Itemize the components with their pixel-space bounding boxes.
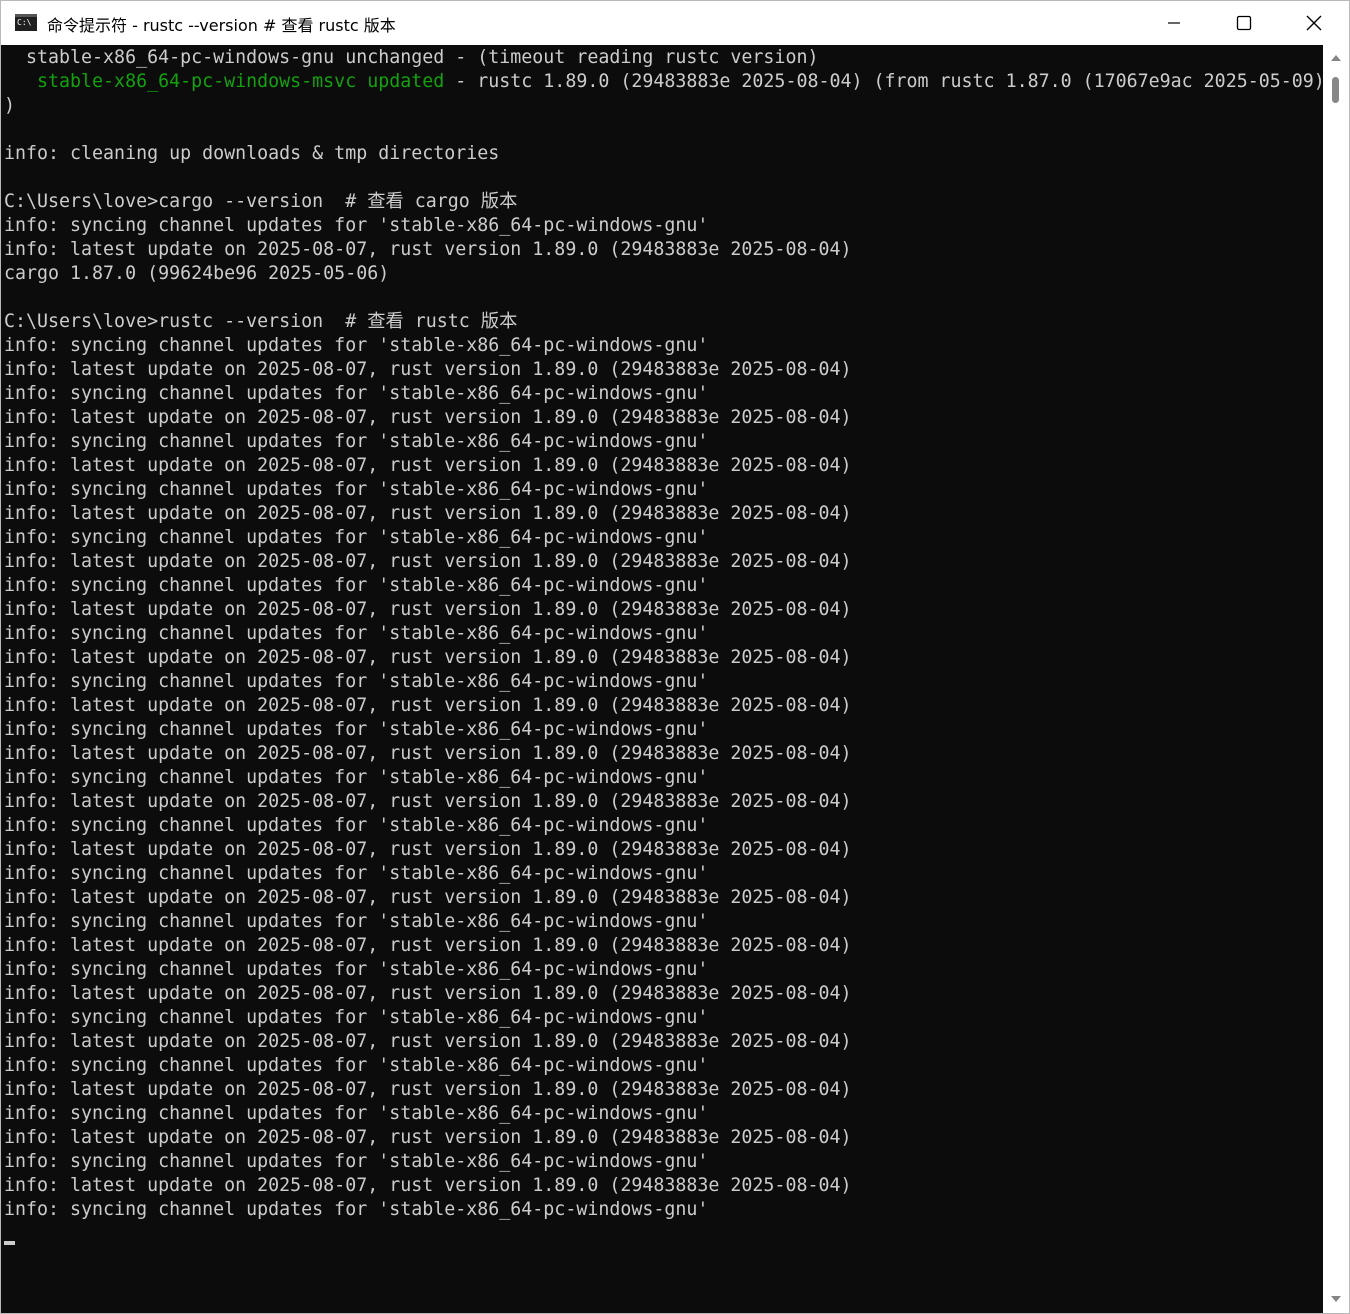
terminal-line-segment: - rustc 1.89.0 (29483883e 2025-08-04) (f… (444, 71, 1321, 92)
terminal-line: C:\Users\love>rustc --version # 查看 rustc… (4, 311, 518, 332)
maximize-button[interactable] (1209, 1, 1279, 45)
terminal-line: info: syncing channel updates for 'stabl… (4, 1151, 709, 1172)
terminal-line: info: syncing channel updates for 'stabl… (4, 1055, 709, 1076)
terminal-output[interactable]: stable-x86_64-pc-windows-gnu unchanged -… (1, 45, 1321, 1313)
terminal-line: info: latest update on 2025-08-07, rust … (4, 791, 852, 812)
terminal-line: info: syncing channel updates for 'stabl… (4, 335, 709, 356)
terminal-line: info: latest update on 2025-08-07, rust … (4, 503, 852, 524)
terminal-line: info: syncing channel updates for 'stabl… (4, 959, 709, 980)
terminal-line: info: latest update on 2025-08-07, rust … (4, 455, 852, 476)
terminal-line: info: syncing channel updates for 'stabl… (4, 671, 709, 692)
terminal-line: cargo 1.87.0 (99624be96 2025-05-06) (4, 263, 390, 284)
terminal-line: info: cleaning up downloads & tmp direct… (4, 143, 500, 164)
terminal-line: stable-x86_64-pc-windows-gnu unchanged -… (4, 47, 819, 68)
terminal-line: info: syncing channel updates for 'stabl… (4, 383, 709, 404)
terminal-line: info: latest update on 2025-08-07, rust … (4, 887, 852, 908)
scroll-up-arrow-icon[interactable] (1331, 55, 1341, 61)
terminal-line: info: syncing channel updates for 'stabl… (4, 527, 709, 548)
scrollbar-thumb[interactable] (1332, 77, 1339, 103)
terminal-line: info: latest update on 2025-08-07, rust … (4, 239, 852, 260)
terminal-line: info: syncing channel updates for 'stabl… (4, 719, 709, 740)
scroll-down-arrow-icon[interactable] (1331, 1296, 1341, 1302)
close-icon (1306, 15, 1322, 31)
terminal-line: info: syncing channel updates for 'stabl… (4, 479, 709, 500)
terminal-line: info: syncing channel updates for 'stabl… (4, 1103, 709, 1124)
terminal-line: info: latest update on 2025-08-07, rust … (4, 695, 852, 716)
terminal-line: info: latest update on 2025-08-07, rust … (4, 407, 852, 428)
text-cursor (4, 1241, 15, 1245)
terminal-line: info: latest update on 2025-08-07, rust … (4, 1175, 852, 1196)
terminal-line: info: syncing channel updates for 'stabl… (4, 431, 709, 452)
terminal-line: info: syncing channel updates for 'stabl… (4, 767, 709, 788)
terminal-line: info: latest update on 2025-08-07, rust … (4, 647, 852, 668)
terminal-line: info: syncing channel updates for 'stabl… (4, 575, 709, 596)
minimize-icon (1168, 22, 1180, 24)
title-bar[interactable]: C:\ 命令提示符 - rustc --version # 查看 rustc 版… (1, 1, 1349, 45)
maximize-icon (1236, 15, 1252, 31)
terminal-line: stable-x86_64-pc-windows-msvc updated - … (4, 70, 1321, 94)
terminal-line: info: latest update on 2025-08-07, rust … (4, 743, 852, 764)
terminal-line: info: latest update on 2025-08-07, rust … (4, 983, 852, 1004)
terminal-line: ) (4, 95, 16, 116)
terminal-line: info: latest update on 2025-08-07, rust … (4, 1127, 852, 1148)
terminal-line: info: latest update on 2025-08-07, rust … (4, 839, 852, 860)
terminal-line: info: latest update on 2025-08-07, rust … (4, 599, 852, 620)
terminal-line-segment: stable-x86_64-pc-windows-msvc updated (4, 71, 445, 92)
terminal-line: info: syncing channel updates for 'stabl… (4, 1007, 709, 1028)
terminal-line: info: latest update on 2025-08-07, rust … (4, 935, 852, 956)
terminal-line: info: syncing channel updates for 'stabl… (4, 215, 709, 236)
terminal-line: info: syncing channel updates for 'stabl… (4, 623, 709, 644)
command-prompt-icon: C:\ (15, 14, 37, 31)
terminal-line: info: latest update on 2025-08-07, rust … (4, 1079, 852, 1100)
terminal-line: info: latest update on 2025-08-07, rust … (4, 1031, 852, 1052)
console-window: C:\ 命令提示符 - rustc --version # 查看 rustc 版… (0, 0, 1350, 1314)
minimize-button[interactable] (1139, 1, 1209, 45)
terminal-line: info: syncing channel updates for 'stabl… (4, 1199, 709, 1220)
vertical-scrollbar[interactable] (1323, 45, 1349, 1313)
terminal-line: info: latest update on 2025-08-07, rust … (4, 359, 852, 380)
close-button[interactable] (1279, 1, 1349, 45)
terminal-line: info: syncing channel updates for 'stabl… (4, 911, 709, 932)
window-title: 命令提示符 - rustc --version # 查看 rustc 版本 (47, 16, 396, 35)
terminal-line: info: latest update on 2025-08-07, rust … (4, 551, 852, 572)
terminal-line: info: syncing channel updates for 'stabl… (4, 815, 709, 836)
terminal-line: info: syncing channel updates for 'stabl… (4, 863, 709, 884)
terminal-line: C:\Users\love>cargo --version # 查看 cargo… (4, 191, 518, 212)
